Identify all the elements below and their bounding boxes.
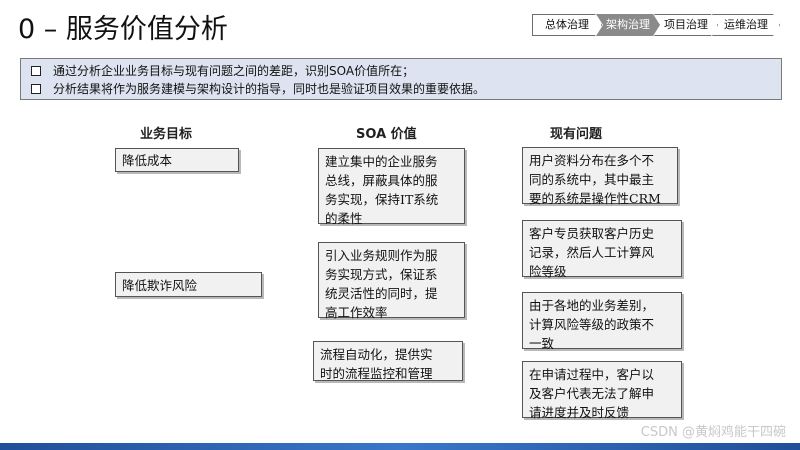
note-text: 通过分析企业业务目标与现有问题之间的差距，识别SOA价值所在；: [53, 64, 415, 78]
breadcrumb-item-architecture-governance[interactable]: 架构治理: [596, 14, 660, 36]
checkbox-bullet-icon: [31, 66, 41, 76]
column-header-business-goals: 业务目标: [140, 127, 193, 142]
note-item: 分析结果将作为服务建模与架构设计的指导，同时也是验证项目效果的重要依据。: [31, 81, 485, 97]
page-title: 0 – 服务价值分析: [18, 14, 228, 45]
problem-box: 客户专员获取客户历史 记录，然后人工计算风 险等级: [522, 220, 682, 279]
column-header-soa-value: SOA 价值: [356, 127, 417, 142]
breadcrumb-item-overall-governance[interactable]: 总体治理: [532, 14, 602, 36]
checkbox-bullet-icon: [31, 84, 41, 94]
problem-box: 在申请过程中，客户以 及客户代表无法了解申 请进度并及时反馈: [522, 361, 682, 420]
watermark: CSDN @黄焖鸡能干四碗: [640, 425, 786, 440]
business-goal-box: 降低成本: [115, 148, 239, 172]
breadcrumb-item-operations-governance[interactable]: 运维治理: [712, 14, 780, 36]
problem-box: 用户资料分布在多个不 同的系统中，其中最主 要的系统是操作性CRM: [522, 147, 678, 206]
note-text: 分析结果将作为服务建模与架构设计的指导，同时也是验证项目效果的重要依据。: [53, 82, 486, 96]
note-item: 通过分析企业业务目标与现有问题之间的差距，识别SOA价值所在；: [31, 63, 414, 79]
soa-value-box: 流程自动化，提供实 时的流程监控和管理: [313, 341, 463, 381]
soa-value-box: 引入业务规则作为服 务实现方式，保证系 统灵活性的同时，提 高工作效率: [318, 242, 465, 320]
column-header-existing-problems: 现有问题: [550, 127, 603, 142]
notes-panel: 通过分析企业业务目标与现有问题之间的差距，识别SOA价值所在； 分析结果将作为服…: [20, 58, 782, 100]
problem-box: 由于各地的业务差别， 计算风险等级的政策不 一致: [522, 292, 682, 351]
soa-value-box: 建立集中的企业服务 总线，屏蔽具体的服 务实现，保持IT系统 的柔性: [318, 148, 465, 226]
footer-bar: [0, 443, 800, 450]
breadcrumb-item-project-governance[interactable]: 项目治理: [654, 14, 718, 36]
business-goal-box: 降低欺诈风险: [115, 272, 262, 297]
